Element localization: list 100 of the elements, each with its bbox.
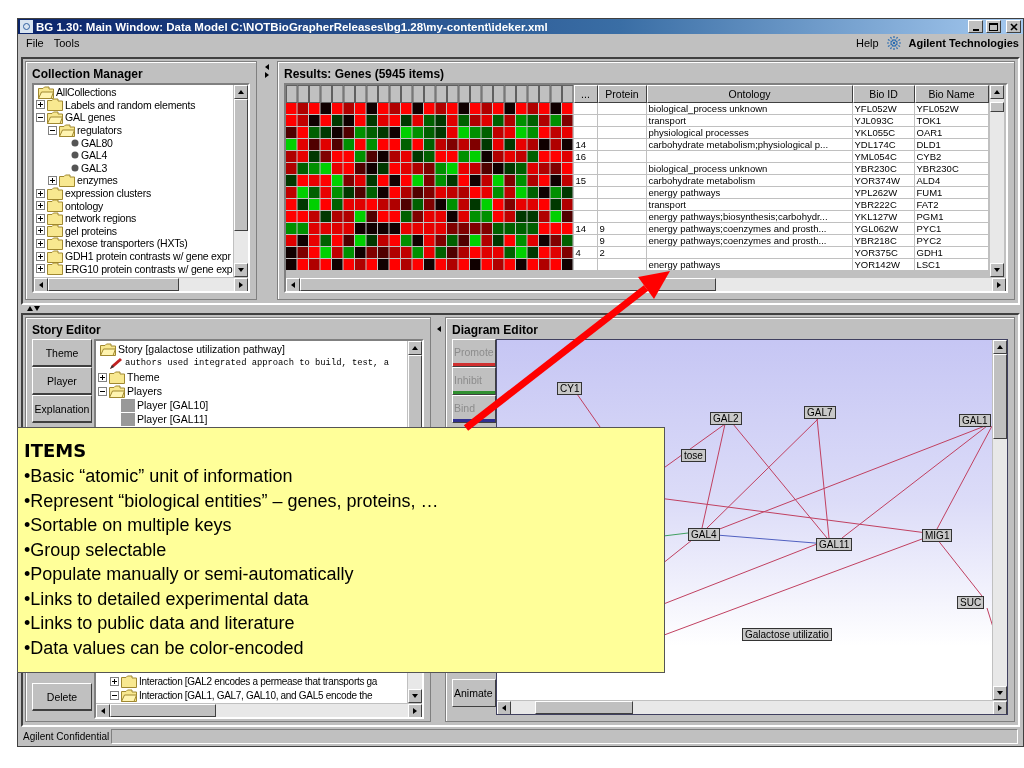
table-cell	[597, 211, 647, 223]
tree-item[interactable]: GAL genes	[65, 111, 116, 124]
diagram-node[interactable]: GAL1	[959, 414, 991, 427]
diagram-node[interactable]: GAL2	[710, 412, 742, 425]
scroll-up-button[interactable]	[234, 85, 248, 99]
tree-item[interactable]: AllCollections	[56, 86, 117, 99]
tree-item[interactable]: GDH1 protein contrasts w/ gene expr	[65, 250, 231, 262]
folder-icon	[47, 211, 63, 225]
scroll-right-button[interactable]	[992, 278, 1006, 291]
scroll-up-button[interactable]	[993, 340, 1007, 354]
collapse-icon[interactable]	[110, 690, 119, 700]
expand-icon[interactable]	[36, 251, 45, 261]
tree-item[interactable]: GAL4	[81, 149, 108, 162]
tree-item[interactable]: GAL80	[81, 136, 113, 149]
scroll-up-button[interactable]	[408, 341, 422, 355]
tree-item[interactable]: regulators	[77, 124, 122, 137]
column-header[interactable]: Bio ID	[852, 85, 915, 103]
scroll-left-button[interactable]	[286, 278, 300, 291]
story-button[interactable]: Player	[32, 367, 92, 395]
tree-item[interactable]: ERG10 protein contrasts w/ gene exp	[65, 262, 233, 275]
close-button[interactable]	[1006, 20, 1021, 34]
diagram-node[interactable]: tose	[681, 449, 706, 462]
horizontal-scrollbar[interactable]	[497, 700, 1007, 714]
tree-item[interactable]: authors used integrated approach to build, test, a	[125, 358, 389, 368]
collapse-icon[interactable]	[98, 386, 107, 396]
diagram-node[interactable]: SUC	[957, 596, 985, 609]
scrollbar-thumb[interactable]	[234, 99, 248, 231]
tool-button[interactable]: Animate	[452, 679, 496, 707]
table-cell: YOR374W	[852, 175, 915, 187]
story-button[interactable]: Delete	[32, 683, 92, 711]
expand-icon[interactable]	[36, 226, 45, 236]
expand-icon[interactable]	[110, 676, 119, 686]
scrollbar-thumb[interactable]	[300, 278, 716, 291]
expand-icon[interactable]	[48, 175, 57, 185]
scroll-up-button[interactable]	[989, 85, 1004, 99]
scrollbar-thumb[interactable]	[535, 701, 633, 714]
tree-item[interactable]: Story [galactose utilization pathway]	[118, 343, 285, 355]
diagram-node[interactable]: Galactose utilizatio	[742, 628, 832, 641]
scrollbar-thumb[interactable]	[48, 278, 179, 291]
app-icon	[20, 20, 33, 34]
table-cell: YJL093C	[852, 115, 915, 127]
vertical-scrollbar[interactable]	[992, 340, 1007, 700]
scroll-down-button[interactable]	[993, 686, 1007, 700]
tree-item[interactable]: enzymes	[77, 174, 118, 187]
scrollbar-thumb[interactable]	[993, 354, 1007, 439]
scroll-right-button[interactable]	[234, 278, 248, 291]
tree-item[interactable]: Player [GAL11]	[137, 413, 208, 425]
expand-icon[interactable]	[36, 238, 45, 248]
scroll-left-button[interactable]	[497, 701, 511, 714]
horizontal-scrollbar[interactable]	[34, 277, 248, 291]
tree-item[interactable]: GAL3	[81, 161, 108, 174]
diagram-node[interactable]: CY1	[557, 382, 583, 395]
folder-icon	[109, 384, 125, 398]
expand-icon[interactable]	[36, 100, 45, 110]
expand-icon[interactable]	[36, 188, 45, 198]
maximize-button[interactable]	[986, 20, 1001, 34]
tree-item[interactable]: Theme	[127, 371, 160, 383]
menu-item[interactable]: Help	[851, 37, 883, 50]
menu-item[interactable]: File	[22, 37, 48, 50]
tree-item[interactable]: expression clusters	[65, 187, 152, 200]
horizontal-scrollbar[interactable]	[96, 703, 422, 717]
scroll-right-button[interactable]	[408, 704, 422, 717]
expand-icon[interactable]	[36, 264, 45, 274]
collapse-icon[interactable]	[36, 113, 45, 122]
scrollbar-thumb[interactable]	[110, 704, 216, 717]
minimize-button[interactable]	[968, 20, 983, 34]
expand-icon[interactable]	[36, 201, 45, 211]
tree-item[interactable]: Labels and random elements	[65, 98, 196, 111]
scrollbar-thumb[interactable]	[989, 102, 1004, 113]
tree-item[interactable]: Interaction [GAL1, GAL7, GAL10, and GAL5 encode the	[139, 689, 373, 701]
tree-item[interactable]: ontology	[65, 199, 104, 212]
tree-item[interactable]: gel proteins	[65, 224, 117, 237]
column-header[interactable]: Protein	[597, 85, 647, 103]
column-header[interactable]: Bio Name	[914, 85, 989, 103]
diagram-node[interactable]: GAL7	[804, 406, 836, 419]
story-button[interactable]: Explanation	[32, 395, 92, 423]
scroll-down-button[interactable]	[408, 689, 422, 703]
collapse-icon[interactable]	[48, 125, 57, 135]
horizontal-scrollbar[interactable]	[286, 277, 1006, 291]
scroll-left-button[interactable]	[34, 278, 48, 291]
scroll-left-button[interactable]	[96, 704, 110, 717]
diagram-node[interactable]: MIG1	[922, 529, 953, 542]
vertical-scrollbar[interactable]	[233, 85, 248, 277]
column-header[interactable]: ...	[573, 85, 598, 103]
expand-icon[interactable]	[98, 372, 107, 382]
tree-item[interactable]: network regions	[65, 212, 137, 225]
diagram-node[interactable]: GAL4	[688, 528, 720, 541]
tree-item[interactable]: hexose transporters (HXTs)	[65, 237, 188, 250]
panel-title: Collection Manager	[32, 66, 143, 81]
tree-item[interactable]: Interaction [GAL2 encodes a permease that transports ga	[139, 675, 378, 687]
tree-item[interactable]: Player [GAL10]	[137, 399, 209, 411]
column-header[interactable]: Ontology	[646, 85, 853, 103]
diagram-node[interactable]: GAL11	[816, 538, 853, 551]
scroll-right-button[interactable]	[993, 701, 1007, 714]
menu-item[interactable]: Tools	[49, 37, 84, 50]
story-button[interactable]: Theme	[32, 339, 92, 367]
scroll-down-button[interactable]	[234, 263, 248, 277]
expand-icon[interactable]	[36, 213, 45, 223]
scroll-down-button[interactable]	[989, 263, 1004, 277]
tree-item[interactable]: Players	[127, 385, 162, 397]
